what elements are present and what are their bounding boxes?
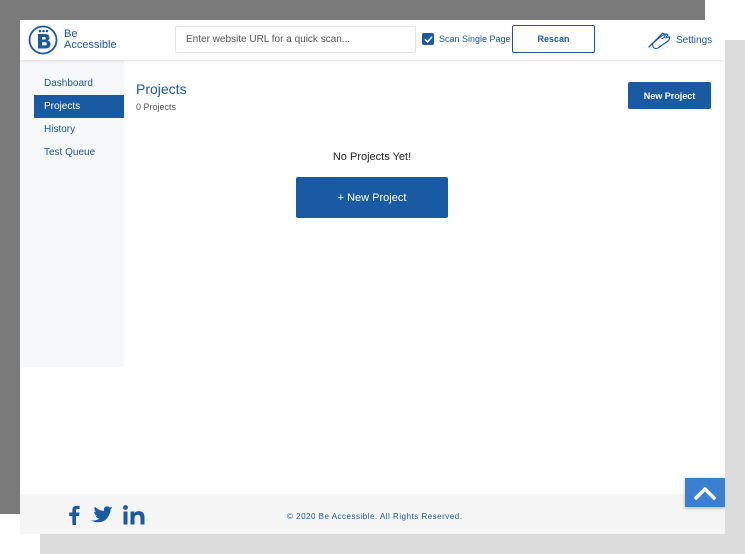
brand-logo[interactable]: Be Accessible [28, 25, 117, 55]
be-accessible-logo-icon [28, 25, 58, 55]
empty-state-new-project-button[interactable]: + New Project [296, 177, 448, 218]
sidebar-item-test-queue[interactable]: Test Queue [20, 141, 124, 164]
brand-line-2: Accessible [64, 39, 117, 51]
footer: © 2020 Be Accessible. All Rights Reserve… [20, 494, 725, 534]
brand-name: Be Accessible [64, 29, 117, 51]
copyright-text: © 2020 Be Accessible. All Rights Reserve… [287, 512, 463, 521]
linkedin-icon [123, 505, 145, 525]
new-project-button[interactable]: New Project [628, 82, 711, 109]
linkedin-link[interactable] [123, 505, 145, 525]
sidebar-nav: Dashboard Projects History Test Queue [20, 60, 124, 367]
tools-icon [648, 32, 670, 50]
facebook-link[interactable] [67, 505, 81, 525]
social-links [67, 505, 155, 525]
settings-link[interactable]: Settings [646, 30, 712, 50]
rescan-button[interactable]: Rescan [512, 25, 595, 53]
app-window: Be Accessible Scan Single Page Rescan Se… [20, 20, 725, 534]
page-title: Projects [136, 81, 187, 97]
empty-state-message: No Projects Yet! [332, 151, 412, 163]
project-count: 0 Projects [136, 102, 177, 112]
scroll-to-top-button[interactable] [685, 478, 725, 507]
twitter-icon [91, 506, 113, 523]
chevron-up-icon [694, 486, 716, 500]
sidebar-item-projects[interactable]: Projects [34, 95, 124, 118]
scan-single-page-label: Scan Single Page [439, 34, 511, 44]
quick-scan-url-input[interactable] [175, 26, 416, 53]
check-icon [424, 35, 433, 43]
settings-label: Settings [676, 34, 713, 46]
facebook-icon [69, 505, 80, 525]
top-header: Be Accessible Scan Single Page Rescan Se… [20, 20, 725, 60]
sidebar-item-dashboard[interactable]: Dashboard [20, 72, 124, 95]
scan-single-page-checkbox[interactable] [422, 33, 434, 45]
sidebar-item-history[interactable]: History [20, 118, 124, 141]
scan-single-page-toggle[interactable]: Scan Single Page [422, 33, 511, 45]
twitter-link[interactable] [91, 506, 113, 524]
